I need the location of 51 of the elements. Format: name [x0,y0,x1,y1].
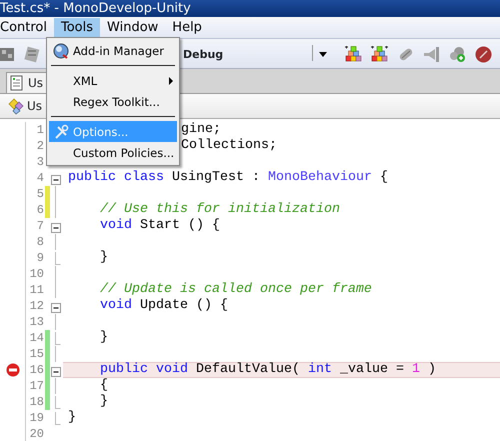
code-line: gine; [181,122,221,138]
line-number: 9 [36,250,45,266]
globe-icon[interactable] [53,43,69,59]
stop-icon[interactable] [475,46,492,63]
line-number: 18 [28,394,45,410]
code-line: } [67,410,77,426]
line-number: 6 [36,202,45,218]
code-line: void Update () { [98,298,229,314]
line-number: 17 [28,378,45,394]
line-number: 11 [28,282,45,298]
line-number: 4 [36,170,45,186]
menu-item[interactable]: Tools [54,18,100,38]
line-number: 8 [36,234,45,250]
line-number: 2 [36,138,45,154]
build-solution-icon[interactable] [345,46,362,62]
menu-item[interactable]: Add-in Manager [49,40,177,61]
menu-item[interactable]: Help [165,18,209,38]
line-number: 15 [28,346,45,362]
window-title: Test.cs* - MonoDevelop-Unity [0,0,500,17]
line-number: 13 [28,314,45,330]
code-line: } [98,250,109,266]
line-number: 12 [28,298,45,314]
code-line: // Update is called once per frame [98,282,373,298]
code-line: } [98,394,109,410]
line-number: 1 [36,122,45,138]
code-line: { [98,378,109,394]
line-number: 19 [28,410,45,426]
line-number: 5 [36,186,45,202]
menu-item[interactable]: Window [100,18,166,38]
line-number: 3 [36,154,45,170]
menu-item[interactable]: Custom Policies... [49,142,177,163]
dropdown-arrow-icon[interactable] [318,50,328,58]
menu-item[interactable]: Regex Toolkit... [49,91,177,112]
code-line: public class UsingTest : MonoBehaviour { [67,170,389,186]
submenu-arrow-icon[interactable] [169,77,173,85]
line-number: 14 [28,330,45,346]
class-icon [8,98,24,114]
code-line: // Use this for initialization [98,202,341,218]
build-all-icon[interactable] [371,46,388,62]
document-icon[interactable] [24,46,40,63]
menu-item[interactable]: Control [0,18,54,38]
code-line: void Start () { [98,218,221,234]
code-line: } [98,330,109,346]
configuration-label: Debug [183,47,224,63]
line-number: 10 [28,266,45,282]
code-line: Collections; [181,138,277,154]
line-number: 16 [28,362,45,378]
line-number: 7 [36,218,45,234]
line-number: 20 [28,426,45,441]
breadcrumb-label[interactable]: Us [27,97,42,115]
csharp-file-icon [10,75,23,91]
